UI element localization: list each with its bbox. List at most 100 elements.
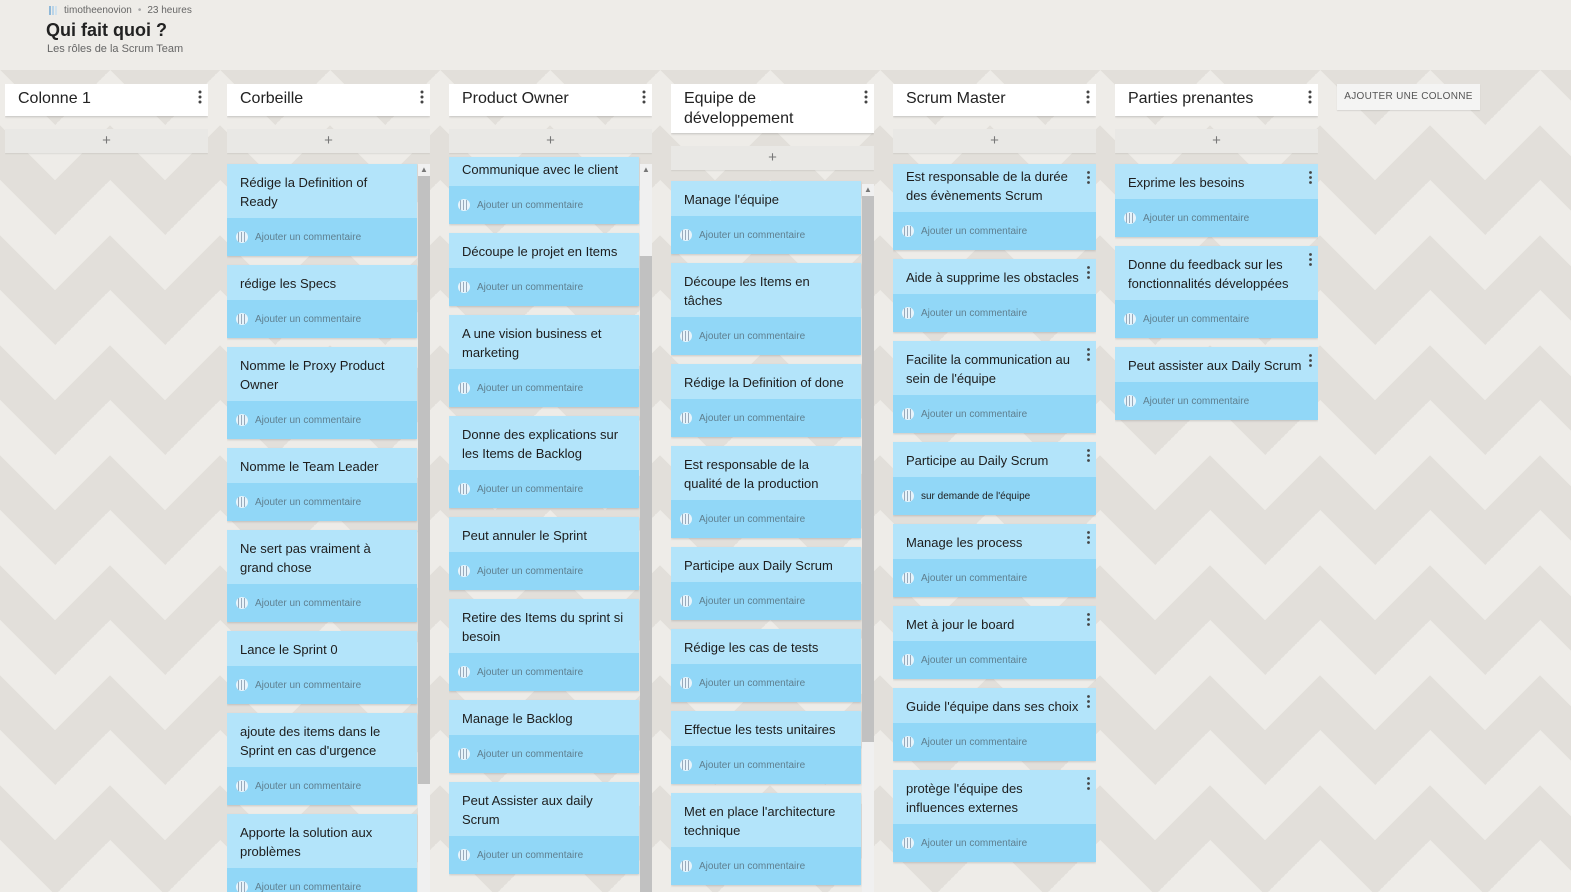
more-vert-icon[interactable] [1307,89,1313,105]
comment-field[interactable]: Ajouter un commentaire [893,723,1096,761]
comment-field[interactable]: Ajouter un commentaire [893,212,1096,250]
card[interactable]: rédige les Specs Ajouter un commentaire [227,265,417,338]
comment-field[interactable]: Ajouter un commentaire [671,317,861,355]
card[interactable]: Découpe le projet en Items Ajouter un com… [449,233,639,306]
comment-field[interactable]: Ajouter un commentaire [449,186,639,224]
add-card-button[interactable]: + [449,129,652,153]
card[interactable]: Peut assister aux Daily Scrum Ajouter un … [1115,347,1318,420]
comment-field[interactable]: Ajouter un commentaire [671,399,861,437]
more-vert-icon[interactable] [863,89,869,105]
comment-field[interactable]: Ajouter un commentaire [1115,199,1318,237]
add-card-button[interactable]: + [227,129,430,153]
comment-field[interactable]: sur demande de l'équipe [893,477,1096,515]
comment-field[interactable]: Ajouter un commentaire [893,824,1096,862]
card[interactable]: Est responsable de la qualité de la prod… [671,446,861,538]
comment-field[interactable]: Ajouter un commentaire [227,666,417,704]
card[interactable]: Aide à supprime les obstacles Ajouter un … [893,259,1096,332]
comment-field[interactable]: Ajouter un commentaire [449,653,639,691]
more-vert-icon[interactable] [1086,612,1091,627]
card[interactable]: Donne des explications sur les Items de … [449,416,639,508]
comment-field[interactable]: Ajouter un commentaire [893,294,1096,332]
card[interactable]: Manage les process Ajouter un commentaire [893,524,1096,597]
author-name[interactable]: timotheenovion [64,5,132,16]
more-vert-icon[interactable] [641,89,647,105]
comment-field[interactable]: Ajouter un commentaire [227,584,417,622]
card[interactable]: Manage le Backlog Ajouter un commentaire [449,700,639,773]
card[interactable]: Guide l'équipe dans ses choix Ajouter un … [893,688,1096,761]
comment-field[interactable]: Ajouter un commentaire [449,268,639,306]
card[interactable]: Est responsable de la durée des évènemen… [893,164,1096,250]
comment-field[interactable]: Ajouter un commentaire [227,401,417,439]
card[interactable]: Nomme le Team Leader Ajouter un commentai… [227,448,417,521]
card[interactable]: Peut annuler le Sprint Ajouter un comment… [449,517,639,590]
more-vert-icon[interactable] [1086,448,1091,463]
comment-field[interactable]: Ajouter un commentaire [227,218,417,256]
card[interactable]: Effectue les tests unitaires Ajouter un c… [671,711,861,784]
comment-field[interactable]: Ajouter un commentaire [227,767,417,805]
add-card-button[interactable]: + [671,146,874,170]
more-vert-icon[interactable] [1085,89,1091,105]
comment-field[interactable]: Ajouter un commentaire [671,582,861,620]
comment-field[interactable]: Ajouter un commentaire [671,746,861,784]
more-vert-icon[interactable] [1086,694,1091,709]
comment-field[interactable]: Ajouter un commentaire [893,641,1096,679]
scroll-up-icon[interactable]: ▲ [862,184,874,196]
comment-field[interactable]: Ajouter un commentaire [449,735,639,773]
card[interactable]: Met à jour le board Ajouter un commentair… [893,606,1096,679]
comment-field[interactable]: Ajouter un commentaire [227,300,417,338]
card[interactable]: ajoute des items dans le Sprint en cas d… [227,713,417,805]
more-vert-icon[interactable] [1086,530,1091,545]
comment-field[interactable]: Ajouter un commentaire [1115,382,1318,420]
more-vert-icon[interactable] [1308,252,1313,267]
card[interactable]: Communique avec le client Ajouter un comm… [449,157,639,224]
card[interactable]: Exprime les besoins Ajouter un commentair… [1115,164,1318,237]
card[interactable]: Lance le Sprint 0 Ajouter un commentaire [227,631,417,704]
scroll-up-icon[interactable]: ▲ [418,164,430,176]
card[interactable]: Apporte la solution aux problèmes Ajouter… [227,814,417,892]
scroll-up-icon[interactable]: ▲ [640,164,652,176]
scrollbar[interactable]: ▲ [640,164,652,892]
more-vert-icon[interactable] [1086,776,1091,791]
comment-field[interactable]: Ajouter un commentaire [449,470,639,508]
card[interactable]: protège l'équipe des influences externes… [893,770,1096,862]
card[interactable]: Facilite la communication au sein de l'é… [893,341,1096,433]
card[interactable]: Rédige les cas de tests Ajouter un commen… [671,629,861,702]
card[interactable]: Manage l'équipe Ajouter un commentaire [671,181,861,254]
more-vert-icon[interactable] [1308,170,1313,185]
card[interactable]: Découpe les Items en tâches Ajouter un co… [671,263,861,355]
more-vert-icon[interactable] [1308,353,1313,368]
card[interactable]: Ne sert pas vraiment à grand chose Ajoute… [227,530,417,622]
card[interactable]: Retire des Items du sprint si besoin Ajou… [449,599,639,691]
comment-field[interactable]: Ajouter un commentaire [449,369,639,407]
scrollbar[interactable]: ▲ [418,164,430,892]
card[interactable]: Rédige la Definition of done Ajouter un c… [671,364,861,437]
scroll-thumb[interactable] [862,196,874,742]
comment-field[interactable]: Ajouter un commentaire [449,552,639,590]
add-card-button[interactable]: + [1115,129,1318,153]
card[interactable]: Met en place l'architecture technique Ajo… [671,793,861,885]
comment-field[interactable]: Ajouter un commentaire [1115,300,1318,338]
comment-field[interactable]: Ajouter un commentaire [671,500,861,538]
comment-field[interactable]: Ajouter un commentaire [671,847,861,885]
more-vert-icon[interactable] [1086,347,1091,362]
comment-field[interactable]: Ajouter un commentaire [671,664,861,702]
card[interactable]: Peut Assister aux daily Scrum Ajouter un … [449,782,639,874]
more-vert-icon[interactable] [419,89,425,105]
comment-field[interactable]: Ajouter un commentaire [893,395,1096,433]
more-vert-icon[interactable] [1086,265,1091,280]
more-vert-icon[interactable] [197,89,203,105]
add-card-button[interactable]: + [5,129,208,153]
add-card-button[interactable]: + [893,129,1096,153]
card[interactable]: Participe aux Daily Scrum Ajouter un comm… [671,547,861,620]
card[interactable]: Rédige la Definition of Ready Ajouter un … [227,164,417,256]
card[interactable]: Donne du feedback sur les fonctionnalité… [1115,246,1318,338]
card[interactable]: Participe au Daily Scrum sur demande de l… [893,442,1096,515]
card[interactable]: Nomme le Proxy Product Owner Ajouter un c… [227,347,417,439]
comment-field[interactable]: Ajouter un commentaire [449,836,639,874]
comment-field[interactable]: Ajouter un commentaire [893,559,1096,597]
comment-field[interactable]: Ajouter un commentaire [671,216,861,254]
comment-field[interactable]: Ajouter un commentaire [227,868,417,892]
add-column-button[interactable]: AJOUTER UNE COLONNE [1337,84,1480,110]
scroll-thumb[interactable] [418,176,430,784]
scroll-thumb[interactable] [640,256,652,892]
